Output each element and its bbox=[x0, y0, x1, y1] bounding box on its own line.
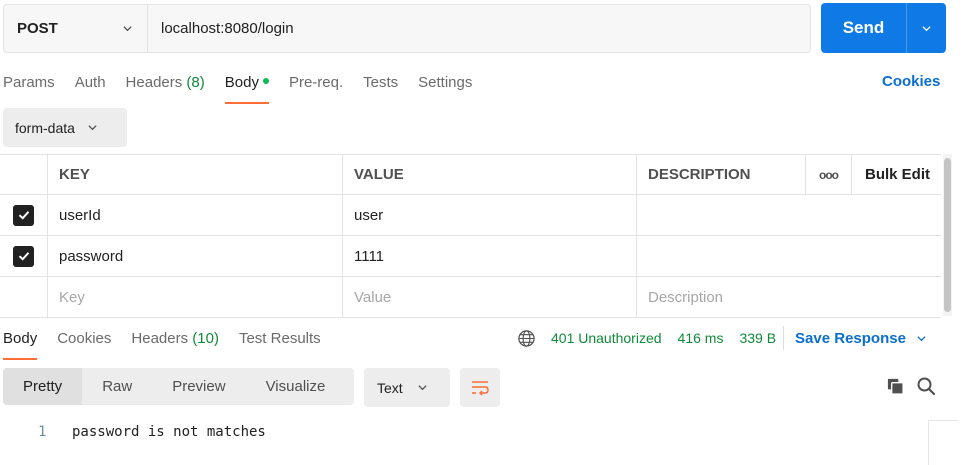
wrap-lines-icon bbox=[472, 380, 489, 395]
tab-headers[interactable]: Headers (8) bbox=[126, 72, 205, 104]
table-scrollbar[interactable] bbox=[944, 158, 951, 312]
cookies-link[interactable]: Cookies bbox=[882, 73, 940, 90]
wrap-lines-button[interactable] bbox=[460, 368, 500, 407]
row-description-cell[interactable] bbox=[637, 236, 941, 276]
tab-settings[interactable]: Settings bbox=[418, 72, 472, 104]
format-label: Text bbox=[377, 379, 403, 396]
row-value-cell[interactable]: user bbox=[343, 195, 637, 235]
row-checkbox-cell bbox=[0, 277, 48, 317]
response-meta: 401 Unauthorized 416 ms 339 B Save Respo… bbox=[517, 326, 927, 350]
copy-icon[interactable] bbox=[886, 377, 905, 396]
new-value-input[interactable]: Value bbox=[343, 277, 637, 317]
body-indicator-dot bbox=[262, 78, 269, 85]
request-tabs: Params Auth Headers (8) Body Pre-req. Te… bbox=[3, 72, 492, 104]
format-select[interactable]: Text bbox=[364, 368, 450, 407]
row-checkbox-cell bbox=[0, 195, 48, 235]
search-icon[interactable] bbox=[916, 376, 936, 396]
url-input[interactable]: localhost:8080/login bbox=[148, 5, 810, 52]
chevron-down-icon bbox=[122, 23, 133, 34]
table-row: password 1111 bbox=[0, 236, 941, 277]
table-new-row: Key Value Description bbox=[0, 277, 941, 318]
request-bar: POST localhost:8080/login bbox=[3, 4, 811, 53]
response-headers-count: (10) bbox=[192, 330, 219, 347]
chevron-down-icon bbox=[921, 23, 932, 34]
response-size[interactable]: 339 B bbox=[739, 330, 776, 346]
view-mode-raw[interactable]: Raw bbox=[82, 368, 152, 405]
more-options-button[interactable]: ooo bbox=[806, 155, 852, 194]
row-checkbox-cell bbox=[0, 236, 48, 276]
column-header-key: KEY bbox=[48, 155, 343, 194]
body-type-select[interactable]: form-data bbox=[3, 108, 127, 147]
view-mode-visualize[interactable]: Visualize bbox=[246, 368, 346, 405]
response-body-text: password is not matches bbox=[72, 424, 266, 440]
chevron-down-icon bbox=[417, 382, 428, 393]
send-button-group: Send bbox=[821, 3, 946, 53]
tab-auth[interactable]: Auth bbox=[75, 72, 106, 104]
row-key-cell[interactable]: password bbox=[48, 236, 343, 276]
tab-params[interactable]: Params bbox=[3, 72, 55, 104]
send-options-button[interactable] bbox=[907, 3, 946, 53]
row-value-cell[interactable]: 1111 bbox=[343, 236, 637, 276]
response-time[interactable]: 416 ms bbox=[678, 330, 724, 346]
table-row: userId user bbox=[0, 195, 941, 236]
body-type-label: form-data bbox=[15, 119, 75, 136]
new-key-input[interactable]: Key bbox=[48, 277, 343, 317]
tab-response-body[interactable]: Body bbox=[3, 328, 38, 360]
form-data-table: KEY VALUE DESCRIPTION ooo Bulk Edit user… bbox=[0, 154, 941, 318]
editor-minimap bbox=[928, 420, 958, 465]
method-label: POST bbox=[17, 20, 58, 37]
globe-icon[interactable] bbox=[517, 329, 536, 348]
meta-divider bbox=[783, 326, 785, 350]
headers-count: (8) bbox=[186, 74, 205, 91]
tab-pre-request[interactable]: Pre-req. bbox=[289, 72, 343, 104]
row-key-cell[interactable]: userId bbox=[48, 195, 343, 235]
response-body-editor[interactable]: 1 password is not matches bbox=[0, 420, 929, 465]
tab-test-results[interactable]: Test Results bbox=[239, 328, 321, 360]
column-header-value: VALUE bbox=[343, 155, 637, 194]
table-header-row: KEY VALUE DESCRIPTION ooo Bulk Edit bbox=[0, 154, 941, 195]
chevron-down-icon bbox=[87, 122, 98, 133]
tab-response-headers[interactable]: Headers (10) bbox=[131, 328, 219, 360]
response-tabs: Body Cookies Headers (10) Test Results bbox=[3, 328, 341, 360]
bulk-edit-button[interactable]: Bulk Edit bbox=[852, 155, 941, 194]
view-mode-preview[interactable]: Preview bbox=[152, 368, 245, 405]
save-response-button[interactable]: Save Response bbox=[795, 330, 927, 347]
checkmark-icon bbox=[18, 252, 29, 261]
method-select[interactable]: POST bbox=[4, 5, 148, 52]
checkmark-icon bbox=[18, 211, 29, 220]
send-button[interactable]: Send bbox=[821, 3, 906, 53]
column-header-description: DESCRIPTION bbox=[637, 155, 806, 194]
new-description-input[interactable]: Description bbox=[637, 277, 941, 317]
tab-tests[interactable]: Tests bbox=[363, 72, 398, 104]
more-icon: ooo bbox=[819, 167, 839, 182]
response-view-modes: Pretty Raw Preview Visualize bbox=[3, 368, 354, 405]
line-number: 1 bbox=[38, 424, 47, 440]
row-checkbox[interactable] bbox=[13, 204, 34, 226]
chevron-down-icon bbox=[916, 333, 927, 344]
status-code[interactable]: 401 Unauthorized bbox=[551, 330, 662, 346]
view-mode-pretty[interactable]: Pretty bbox=[3, 368, 83, 405]
row-description-cell[interactable] bbox=[637, 195, 941, 235]
url-text: localhost:8080/login bbox=[161, 20, 294, 37]
tab-body[interactable]: Body bbox=[224, 72, 270, 104]
row-checkbox[interactable] bbox=[13, 245, 34, 267]
header-check-cell bbox=[0, 155, 48, 194]
tab-response-cookies[interactable]: Cookies bbox=[57, 328, 111, 360]
